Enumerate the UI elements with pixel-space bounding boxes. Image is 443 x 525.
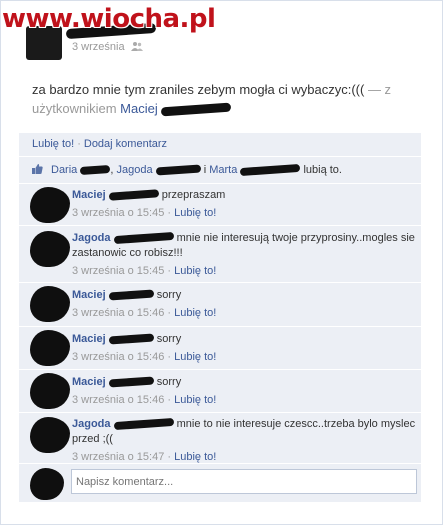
likes-text: Daria , Jagoda i Marta lubią to. <box>51 164 342 177</box>
tagged-user-link[interactable]: Maciej <box>120 101 158 116</box>
commenter-avatar[interactable] <box>30 187 70 223</box>
commenter-name[interactable]: Jagoda <box>72 418 111 430</box>
commenter-name[interactable]: Maciej <box>72 189 106 201</box>
comment-body: Maciej sorry 3 września o 15:46 · Lubię … <box>72 332 417 365</box>
comment-meta: 3 września o 15:46 · Lubię to! <box>72 350 417 365</box>
comment-body: Maciej sorry 3 września o 15:46 · Lubię … <box>72 375 417 408</box>
redaction-scribble <box>108 333 154 345</box>
comment-time[interactable]: 3 września o 15:46 <box>72 394 164 406</box>
current-user-avatar <box>30 468 64 500</box>
meta-separator: · <box>164 207 175 219</box>
redaction-scribble <box>108 376 154 388</box>
status-message: za bardzo mnie tym zraniles zebym mogła … <box>32 82 365 97</box>
thumbs-up-icon <box>32 164 43 174</box>
comment-like-link[interactable]: Lubię to! <box>174 394 216 406</box>
commenter-avatar[interactable] <box>30 373 70 409</box>
redaction-scribble <box>155 164 201 176</box>
feedback-panel: Lubię to! · Dodaj komentarz Daria , Jagoda… <box>19 133 421 502</box>
comment-text: sorry <box>156 376 182 388</box>
redaction-scribble <box>113 232 174 245</box>
meta-separator: · <box>164 451 175 463</box>
comment-text: sorry <box>156 333 182 345</box>
comment-like-link[interactable]: Lubię to! <box>174 307 216 319</box>
comment-meta: 3 września o 15:47 · Lubię to! <box>72 450 417 465</box>
likes-separator: i <box>200 164 210 176</box>
comment-time[interactable]: 3 września o 15:46 <box>72 307 164 319</box>
comment-meta: 3 września o 15:46 · Lubię to! <box>72 306 417 321</box>
comment-meta: 3 września o 15:45 · Lubię to! <box>72 206 417 221</box>
comment-like-link[interactable]: Lubię to! <box>174 451 216 463</box>
comment-meta: 3 września o 15:46 · Lubię to! <box>72 393 417 408</box>
meta-separator: · <box>164 394 175 406</box>
liker-name[interactable]: Jagoda <box>116 164 152 176</box>
post-actions: Lubię to! · Dodaj komentarz <box>32 138 167 150</box>
commenter-avatar[interactable] <box>30 330 70 366</box>
redaction-scribble <box>108 289 154 301</box>
comment-body: Maciej przepraszam 3 września o 15:45 · … <box>72 188 417 221</box>
meta-separator: · <box>164 351 175 363</box>
comment-text: sorry <box>156 289 182 301</box>
comment-time[interactable]: 3 września o 15:46 <box>72 351 164 363</box>
likes-separator: , <box>110 164 114 176</box>
status-text: za bardzo mnie tym zraniles zebym mogła … <box>32 80 412 118</box>
post-date[interactable]: 3 września <box>72 41 125 53</box>
people-icon <box>131 42 143 51</box>
comment-text: przepraszam <box>161 189 226 201</box>
comment-body: Jagoda mnie to nie interesuje czescc..tr… <box>72 417 417 465</box>
comment-like-link[interactable]: Lubię to! <box>174 265 216 277</box>
commenter-name[interactable]: Maciej <box>72 376 106 388</box>
comment-item: Jagoda mnie nie interesują twoje przypro… <box>19 226 421 283</box>
comment-time[interactable]: 3 września o 15:47 <box>72 451 164 463</box>
comment-like-link[interactable]: Lubię to! <box>174 351 216 363</box>
action-separator: · <box>77 138 81 150</box>
comment-time[interactable]: 3 września o 15:45 <box>72 265 164 277</box>
commenter-name[interactable]: Jagoda <box>72 232 111 244</box>
comment-body: Jagoda mnie nie interesują twoje przypro… <box>72 231 417 279</box>
redaction-scribble <box>80 165 111 176</box>
comment-meta: 3 września o 15:45 · Lubię to! <box>72 264 417 279</box>
comment-item: Maciej sorry 3 września o 15:46 · Lubię … <box>19 283 421 327</box>
redaction-scribble <box>161 102 232 117</box>
comment-item: Jagoda mnie to nie interesuje czescc..tr… <box>19 413 421 464</box>
comment-item: Maciej sorry 3 września o 15:46 · Lubię … <box>19 327 421 370</box>
likes-row: Daria , Jagoda i Marta lubią to. <box>19 156 421 184</box>
redaction-scribble <box>113 418 174 431</box>
add-comment-link[interactable]: Dodaj komentarz <box>84 138 167 150</box>
commenter-avatar[interactable] <box>30 286 70 322</box>
liker-name[interactable]: Marta <box>209 164 237 176</box>
meta-separator: · <box>164 265 175 277</box>
like-link[interactable]: Lubię to! <box>32 138 74 150</box>
redaction-scribble <box>108 189 159 201</box>
liker-name[interactable]: Daria <box>51 164 77 176</box>
likes-suffix: lubią to. <box>300 164 342 176</box>
comment-input-row <box>19 464 421 502</box>
commenter-name[interactable]: Maciej <box>72 289 106 301</box>
commenter-avatar[interactable] <box>30 231 70 267</box>
comment-time[interactable]: 3 września o 15:45 <box>72 207 164 219</box>
meta-separator: · <box>164 307 175 319</box>
comment-body: Maciej sorry 3 września o 15:46 · Lubię … <box>72 288 417 321</box>
comment-input[interactable] <box>71 469 417 494</box>
commenter-name[interactable]: Maciej <box>72 333 106 345</box>
comment-item: Maciej przepraszam 3 września o 15:45 · … <box>19 183 421 226</box>
commenter-avatar[interactable] <box>30 417 70 453</box>
comment-like-link[interactable]: Lubię to! <box>174 207 216 219</box>
watermark: www.wiocha.pl <box>2 4 216 34</box>
redaction-scribble <box>240 164 301 177</box>
comment-item: Maciej sorry 3 września o 15:46 · Lubię … <box>19 370 421 413</box>
